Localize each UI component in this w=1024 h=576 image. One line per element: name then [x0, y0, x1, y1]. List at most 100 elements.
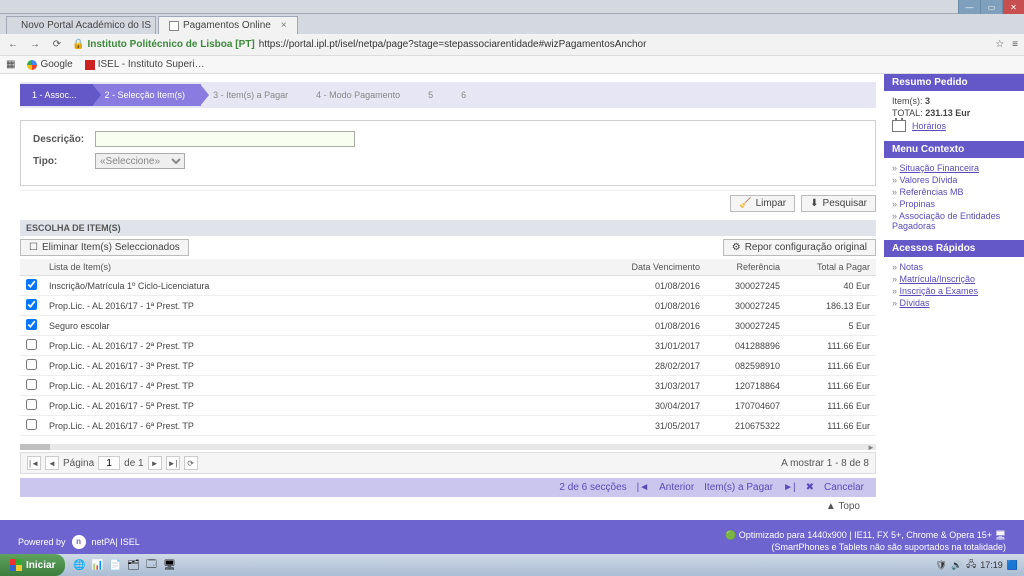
row-checkbox[interactable] — [26, 419, 37, 430]
tray-clock[interactable]: 17:19 — [980, 560, 1003, 570]
address-bar[interactable]: 🔒 Instituto Politécnico de Lisboa [PT] h… — [72, 39, 1004, 50]
horizontal-scrollbar[interactable]: ◄ ► — [20, 444, 876, 450]
row-data: 01/08/2016 — [606, 296, 706, 316]
window-maximize-button[interactable]: ▭ — [980, 0, 1002, 14]
taskbar-app-icon[interactable]: 📄 — [107, 557, 123, 573]
tray-network-icon[interactable]: 🖧 — [966, 557, 976, 573]
wizard-step-1[interactable]: 1 - Assoc... — [20, 84, 93, 106]
desc-input[interactable] — [95, 131, 355, 147]
wizard-steps: 1 - Assoc... 2 - Selecção Item(s) 3 - It… — [20, 82, 876, 108]
bookmark-star-icon[interactable]: ☆ — [995, 39, 1004, 50]
sidebar-acesso-link[interactable]: Matrícula/Inscrição — [900, 273, 976, 285]
wizard-step-2[interactable]: 2 - Selecção Item(s) — [93, 84, 202, 106]
row-ref: 082598910 — [706, 356, 786, 376]
row-checkbox[interactable] — [26, 359, 37, 370]
repor-button[interactable]: ⚙ Repor configuração original — [723, 239, 876, 256]
row-checkbox[interactable] — [26, 319, 37, 330]
taskbar-app-icon[interactable]: 📊 — [89, 557, 105, 573]
prev-first-icon[interactable]: |◄ — [637, 482, 650, 493]
table-row[interactable]: Prop.Lic. - AL 2016/17 - 6ª Prest. TP31/… — [20, 416, 876, 436]
row-total: 5 Eur — [786, 316, 876, 336]
tray-desktop-icon[interactable]: 🟦 — [1007, 560, 1018, 571]
tray-volume-icon[interactable]: 🔊 — [951, 560, 962, 571]
window-close-button[interactable]: ✕ — [1002, 0, 1024, 14]
anterior-link[interactable]: Anterior — [659, 482, 694, 493]
pager-last-button[interactable]: ►| — [166, 456, 180, 470]
sidebar-menu-link[interactable]: Situação Financeira — [900, 162, 980, 174]
col-total[interactable]: Total a Pagar — [786, 259, 876, 276]
row-lista: Prop.Lic. - AL 2016/17 - 3ª Prest. TP — [43, 356, 606, 376]
browser-tab-0[interactable]: Novo Portal Académico do IS × — [6, 16, 156, 34]
row-lista: Prop.Lic. - AL 2016/17 - 4ª Prest. TP — [43, 376, 606, 396]
row-data: 30/04/2017 — [606, 396, 706, 416]
nav-reload-button[interactable]: ⟳ — [50, 39, 64, 50]
product-name: netPA| ISEL — [92, 537, 140, 547]
row-lista: Seguro escolar — [43, 316, 606, 336]
col-data[interactable]: Data Vencimento — [606, 259, 706, 276]
pager-page-input[interactable] — [98, 456, 120, 470]
window-minimize-button[interactable]: — — [958, 0, 980, 14]
netpa-logo-icon: n — [72, 535, 86, 549]
chrome-menu-button[interactable]: ≡ — [1012, 39, 1018, 50]
tray-shield-icon[interactable]: 🛡 — [936, 560, 947, 571]
eliminar-button[interactable]: ☐ Eliminar Item(s) Seleccionados — [20, 239, 189, 256]
bookmark-isel[interactable]: ISEL - Instituto Superi… — [85, 59, 205, 70]
cancel-icon[interactable]: ✖ — [806, 482, 814, 493]
sidebar-menu-link[interactable]: Valores Dívida — [900, 174, 958, 186]
sidebar-menu-link[interactable]: Associação de Entidades Pagadoras — [892, 210, 1000, 232]
sidebar-menu-link[interactable]: Referências MB — [900, 186, 964, 198]
resumo-header: Resumo Pedido — [884, 74, 1024, 91]
sidebar-menu-link[interactable]: Propinas — [900, 198, 936, 210]
scroll-handle[interactable] — [20, 444, 50, 450]
table-row[interactable]: Inscrição/Matrícula 1º Ciclo-Licenciatur… — [20, 276, 876, 296]
table-row[interactable]: Prop.Lic. - AL 2016/17 - 3ª Prest. TP28/… — [20, 356, 876, 376]
taskbar-chrome-icon[interactable]: 🌐 — [71, 557, 87, 573]
row-total: 111.66 Eur — [786, 356, 876, 376]
tipo-select[interactable]: «Seleccione» — [95, 153, 185, 169]
scroll-right-icon[interactable]: ► — [866, 443, 876, 451]
nav-back-button[interactable]: ← — [6, 39, 20, 50]
pager-next-button[interactable]: ► — [148, 456, 162, 470]
table-row[interactable]: Prop.Lic. - AL 2016/17 - 1ª Prest. TP01/… — [20, 296, 876, 316]
cancelar-link[interactable]: Cancelar — [824, 482, 864, 493]
footer: Powered by n netPA| ISEL 🟢 Optimizado pa… — [0, 520, 1024, 554]
row-checkbox[interactable] — [26, 279, 37, 290]
table-row[interactable]: Prop.Lic. - AL 2016/17 - 4ª Prest. TP31/… — [20, 376, 876, 396]
row-lista: Inscrição/Matrícula 1º Ciclo-Licenciatur… — [43, 276, 606, 296]
row-checkbox[interactable] — [26, 379, 37, 390]
itens-link[interactable]: Item(s) a Pagar — [704, 482, 773, 493]
row-checkbox[interactable] — [26, 299, 37, 310]
col-lista[interactable]: Lista de Item(s) — [43, 259, 606, 276]
pager-refresh-button[interactable]: ⟳ — [184, 456, 198, 470]
nav-forward-button[interactable]: → — [28, 39, 42, 50]
sidebar-acesso-link[interactable]: Inscrição a Exames — [900, 285, 979, 297]
taskbar-app-icon[interactable]: 🗂 — [125, 557, 141, 573]
window-titlebar: — ▭ ✕ — [0, 0, 1024, 14]
pesquisar-button[interactable]: ⬇ Pesquisar — [801, 195, 876, 212]
browser-tab-1[interactable]: Pagamentos Online × — [158, 16, 298, 34]
pager-first-button[interactable]: |◄ — [27, 456, 41, 470]
limpar-button[interactable]: 🧹 Limpar — [730, 195, 795, 212]
row-total: 111.66 Eur — [786, 396, 876, 416]
table-row[interactable]: Seguro escolar01/08/20163000272455 Eur — [20, 316, 876, 336]
pager-prev-button[interactable]: ◄ — [45, 456, 59, 470]
sidebar-acesso-link[interactable]: Notas — [900, 261, 924, 273]
row-checkbox[interactable] — [26, 339, 37, 350]
row-checkbox[interactable] — [26, 399, 37, 410]
table-row[interactable]: Prop.Lic. - AL 2016/17 - 2ª Prest. TP31/… — [20, 336, 876, 356]
taskbar-app-icon[interactable]: 🖥 — [161, 557, 177, 573]
back-to-top[interactable]: ▲ Topo — [20, 497, 876, 516]
address-bar-row: ← → ⟳ 🔒 Instituto Politécnico de Lisboa … — [0, 34, 1024, 56]
optimized-text: Optimizado para 1440x900 | IE11, FX 5+, … — [739, 530, 992, 540]
taskbar-app-icon[interactable]: 🗔 — [143, 557, 159, 573]
next-last-icon[interactable]: ►| — [783, 482, 796, 493]
sidebar-acesso-link[interactable]: Dívidas — [900, 297, 930, 309]
start-button[interactable]: Iniciar — [0, 554, 65, 576]
bookmark-google[interactable]: Google — [27, 59, 72, 70]
horarios-link[interactable]: Horários — [892, 119, 1016, 133]
table-row[interactable]: Prop.Lic. - AL 2016/17 - 5ª Prest. TP30/… — [20, 396, 876, 416]
tab-close-icon[interactable]: × — [281, 20, 287, 31]
col-ref[interactable]: Referência — [706, 259, 786, 276]
isel-icon — [85, 60, 95, 70]
apps-icon[interactable]: ▦ — [6, 59, 15, 70]
